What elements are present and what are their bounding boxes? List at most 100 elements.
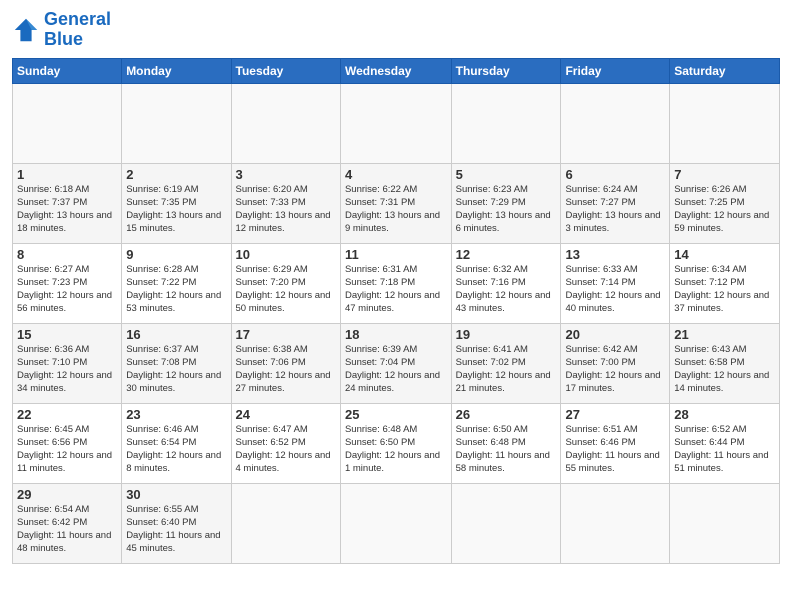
calendar-cell xyxy=(451,83,561,163)
calendar-cell: 20Sunrise: 6:42 AMSunset: 7:00 PMDayligh… xyxy=(561,323,670,403)
calendar-cell xyxy=(122,83,231,163)
day-info: Sunrise: 6:37 AMSunset: 7:08 PMDaylight:… xyxy=(126,343,226,396)
day-number: 21 xyxy=(674,327,775,342)
calendar-cell: 28Sunrise: 6:52 AMSunset: 6:44 PMDayligh… xyxy=(670,403,780,483)
calendar-week-row: 1Sunrise: 6:18 AMSunset: 7:37 PMDaylight… xyxy=(13,163,780,243)
day-number: 19 xyxy=(456,327,557,342)
day-info: Sunrise: 6:19 AMSunset: 7:35 PMDaylight:… xyxy=(126,183,226,236)
calendar-cell xyxy=(340,83,451,163)
calendar-week-row: 8Sunrise: 6:27 AMSunset: 7:23 PMDaylight… xyxy=(13,243,780,323)
calendar-cell xyxy=(451,483,561,563)
day-number: 17 xyxy=(236,327,336,342)
calendar-cell: 14Sunrise: 6:34 AMSunset: 7:12 PMDayligh… xyxy=(670,243,780,323)
day-number: 4 xyxy=(345,167,447,182)
day-info: Sunrise: 6:48 AMSunset: 6:50 PMDaylight:… xyxy=(345,423,447,476)
day-number: 12 xyxy=(456,247,557,262)
day-number: 1 xyxy=(17,167,117,182)
day-info: Sunrise: 6:24 AMSunset: 7:27 PMDaylight:… xyxy=(565,183,665,236)
logo-text: General Blue xyxy=(44,10,111,50)
col-thursday: Thursday xyxy=(451,58,561,83)
col-monday: Monday xyxy=(122,58,231,83)
calendar-body: 1Sunrise: 6:18 AMSunset: 7:37 PMDaylight… xyxy=(13,83,780,563)
day-info: Sunrise: 6:18 AMSunset: 7:37 PMDaylight:… xyxy=(17,183,117,236)
day-info: Sunrise: 6:27 AMSunset: 7:23 PMDaylight:… xyxy=(17,263,117,316)
day-info: Sunrise: 6:42 AMSunset: 7:00 PMDaylight:… xyxy=(565,343,665,396)
day-number: 27 xyxy=(565,407,665,422)
calendar-cell: 2Sunrise: 6:19 AMSunset: 7:35 PMDaylight… xyxy=(122,163,231,243)
day-number: 13 xyxy=(565,247,665,262)
day-info: Sunrise: 6:26 AMSunset: 7:25 PMDaylight:… xyxy=(674,183,775,236)
calendar-cell: 12Sunrise: 6:32 AMSunset: 7:16 PMDayligh… xyxy=(451,243,561,323)
calendar-header-row: Sunday Monday Tuesday Wednesday Thursday… xyxy=(13,58,780,83)
calendar-cell: 9Sunrise: 6:28 AMSunset: 7:22 PMDaylight… xyxy=(122,243,231,323)
calendar-cell: 4Sunrise: 6:22 AMSunset: 7:31 PMDaylight… xyxy=(340,163,451,243)
day-number: 23 xyxy=(126,407,226,422)
day-info: Sunrise: 6:55 AMSunset: 6:40 PMDaylight:… xyxy=(126,503,226,556)
day-info: Sunrise: 6:31 AMSunset: 7:18 PMDaylight:… xyxy=(345,263,447,316)
calendar-cell xyxy=(670,483,780,563)
calendar-cell: 29Sunrise: 6:54 AMSunset: 6:42 PMDayligh… xyxy=(13,483,122,563)
day-info: Sunrise: 6:22 AMSunset: 7:31 PMDaylight:… xyxy=(345,183,447,236)
calendar-cell: 7Sunrise: 6:26 AMSunset: 7:25 PMDaylight… xyxy=(670,163,780,243)
day-number: 16 xyxy=(126,327,226,342)
day-number: 14 xyxy=(674,247,775,262)
day-number: 26 xyxy=(456,407,557,422)
calendar-cell: 23Sunrise: 6:46 AMSunset: 6:54 PMDayligh… xyxy=(122,403,231,483)
day-number: 24 xyxy=(236,407,336,422)
col-saturday: Saturday xyxy=(670,58,780,83)
day-number: 5 xyxy=(456,167,557,182)
day-number: 6 xyxy=(565,167,665,182)
day-number: 15 xyxy=(17,327,117,342)
calendar-cell xyxy=(561,83,670,163)
calendar-cell: 21Sunrise: 6:43 AMSunset: 6:58 PMDayligh… xyxy=(670,323,780,403)
calendar-cell xyxy=(670,83,780,163)
day-info: Sunrise: 6:45 AMSunset: 6:56 PMDaylight:… xyxy=(17,423,117,476)
calendar-cell: 15Sunrise: 6:36 AMSunset: 7:10 PMDayligh… xyxy=(13,323,122,403)
day-number: 29 xyxy=(17,487,117,502)
day-info: Sunrise: 6:36 AMSunset: 7:10 PMDaylight:… xyxy=(17,343,117,396)
calendar-cell: 1Sunrise: 6:18 AMSunset: 7:37 PMDaylight… xyxy=(13,163,122,243)
day-info: Sunrise: 6:39 AMSunset: 7:04 PMDaylight:… xyxy=(345,343,447,396)
page-header: General Blue xyxy=(12,10,780,50)
calendar-cell: 11Sunrise: 6:31 AMSunset: 7:18 PMDayligh… xyxy=(340,243,451,323)
day-info: Sunrise: 6:32 AMSunset: 7:16 PMDaylight:… xyxy=(456,263,557,316)
day-info: Sunrise: 6:47 AMSunset: 6:52 PMDaylight:… xyxy=(236,423,336,476)
calendar-cell: 3Sunrise: 6:20 AMSunset: 7:33 PMDaylight… xyxy=(231,163,340,243)
calendar-cell: 19Sunrise: 6:41 AMSunset: 7:02 PMDayligh… xyxy=(451,323,561,403)
day-number: 2 xyxy=(126,167,226,182)
day-info: Sunrise: 6:52 AMSunset: 6:44 PMDaylight:… xyxy=(674,423,775,476)
page-container: General Blue Sunday Monday Tuesday Wedne… xyxy=(0,0,792,574)
day-info: Sunrise: 6:50 AMSunset: 6:48 PMDaylight:… xyxy=(456,423,557,476)
day-info: Sunrise: 6:34 AMSunset: 7:12 PMDaylight:… xyxy=(674,263,775,316)
col-tuesday: Tuesday xyxy=(231,58,340,83)
logo: General Blue xyxy=(12,10,111,50)
calendar-cell: 5Sunrise: 6:23 AMSunset: 7:29 PMDaylight… xyxy=(451,163,561,243)
day-number: 11 xyxy=(345,247,447,262)
logo-icon xyxy=(12,16,40,44)
calendar-cell: 26Sunrise: 6:50 AMSunset: 6:48 PMDayligh… xyxy=(451,403,561,483)
calendar-cell xyxy=(340,483,451,563)
day-info: Sunrise: 6:20 AMSunset: 7:33 PMDaylight:… xyxy=(236,183,336,236)
day-info: Sunrise: 6:41 AMSunset: 7:02 PMDaylight:… xyxy=(456,343,557,396)
calendar-cell: 8Sunrise: 6:27 AMSunset: 7:23 PMDaylight… xyxy=(13,243,122,323)
day-info: Sunrise: 6:51 AMSunset: 6:46 PMDaylight:… xyxy=(565,423,665,476)
day-number: 3 xyxy=(236,167,336,182)
col-wednesday: Wednesday xyxy=(340,58,451,83)
day-info: Sunrise: 6:33 AMSunset: 7:14 PMDaylight:… xyxy=(565,263,665,316)
calendar-cell: 25Sunrise: 6:48 AMSunset: 6:50 PMDayligh… xyxy=(340,403,451,483)
day-number: 22 xyxy=(17,407,117,422)
day-number: 18 xyxy=(345,327,447,342)
calendar-cell xyxy=(231,483,340,563)
day-number: 25 xyxy=(345,407,447,422)
day-info: Sunrise: 6:43 AMSunset: 6:58 PMDaylight:… xyxy=(674,343,775,396)
day-info: Sunrise: 6:29 AMSunset: 7:20 PMDaylight:… xyxy=(236,263,336,316)
calendar-cell: 27Sunrise: 6:51 AMSunset: 6:46 PMDayligh… xyxy=(561,403,670,483)
calendar-cell: 16Sunrise: 6:37 AMSunset: 7:08 PMDayligh… xyxy=(122,323,231,403)
calendar-cell: 17Sunrise: 6:38 AMSunset: 7:06 PMDayligh… xyxy=(231,323,340,403)
day-info: Sunrise: 6:38 AMSunset: 7:06 PMDaylight:… xyxy=(236,343,336,396)
calendar-week-row xyxy=(13,83,780,163)
calendar-week-row: 22Sunrise: 6:45 AMSunset: 6:56 PMDayligh… xyxy=(13,403,780,483)
day-info: Sunrise: 6:23 AMSunset: 7:29 PMDaylight:… xyxy=(456,183,557,236)
calendar-cell xyxy=(13,83,122,163)
calendar-table: Sunday Monday Tuesday Wednesday Thursday… xyxy=(12,58,780,564)
